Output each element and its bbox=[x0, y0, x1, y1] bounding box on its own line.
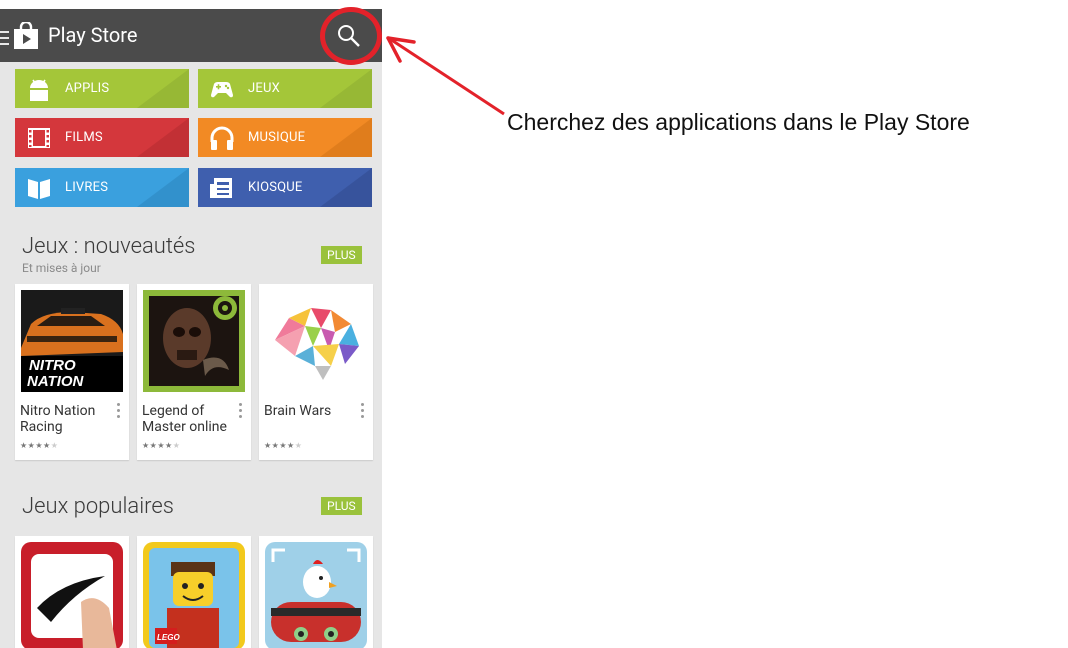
rating-stars: ★★★★★ bbox=[264, 441, 303, 450]
more-button[interactable]: PLUS bbox=[321, 246, 362, 264]
film-icon bbox=[28, 128, 50, 148]
svg-text:LEGO: LEGO bbox=[157, 633, 180, 642]
category-jeux[interactable]: JEUX bbox=[198, 69, 372, 108]
app-card[interactable] bbox=[259, 536, 373, 648]
app-icon-swipe bbox=[21, 542, 123, 648]
app-icon-legend-of-master bbox=[143, 290, 245, 392]
category-label: FILMS bbox=[65, 130, 103, 145]
play-store-bag-icon bbox=[14, 22, 38, 49]
skull-warrior-art bbox=[143, 290, 245, 392]
app-name: Legend of Master online bbox=[142, 403, 227, 435]
app-card[interactable] bbox=[15, 536, 129, 648]
app-title: Play Store bbox=[48, 23, 138, 47]
app-icon-lego: LEGO bbox=[143, 542, 245, 648]
app-name: Brain Wars bbox=[264, 403, 332, 419]
app-icon-chicken bbox=[265, 542, 367, 648]
category-label: LIVRES bbox=[65, 180, 109, 195]
lego-art: LEGO bbox=[143, 542, 245, 648]
app-card[interactable]: LEGO bbox=[137, 536, 251, 648]
app-name: Nitro Nation Racing bbox=[20, 403, 96, 435]
headphones-icon bbox=[210, 126, 234, 150]
rating-stars: ★★★★★ bbox=[142, 441, 181, 450]
category-kiosque[interactable]: KIOSQUE bbox=[198, 168, 372, 207]
menu-icon[interactable] bbox=[0, 31, 10, 47]
android-icon bbox=[30, 79, 48, 101]
category-label: APPLIS bbox=[65, 81, 110, 96]
rating-stars: ★★★★★ bbox=[20, 441, 59, 450]
section-subtitle: Et mises à jour bbox=[22, 261, 101, 275]
category-label: MUSIQUE bbox=[248, 130, 306, 145]
app-card[interactable]: Brain Wars ★★★★★ bbox=[259, 284, 373, 460]
category-livres[interactable]: LIVRES bbox=[15, 168, 189, 207]
category-musique[interactable]: MUSIQUE bbox=[198, 118, 372, 157]
category-applis[interactable]: APPLIS bbox=[15, 69, 189, 108]
book-icon bbox=[28, 179, 50, 199]
category-films[interactable]: FILMS bbox=[15, 118, 189, 157]
annotation-arrow bbox=[386, 36, 505, 116]
app-card[interactable]: NITRO NATION Nitro Nation Racing ★★★★★ bbox=[15, 284, 129, 460]
section-title: Jeux : nouveautés bbox=[22, 234, 196, 259]
app-card[interactable]: Legend of Master online ★★★★★ bbox=[137, 284, 251, 460]
app-icon-nitro-nation: NITRO NATION bbox=[21, 290, 123, 392]
overflow-menu-icon[interactable] bbox=[117, 403, 121, 419]
highlight-circle bbox=[320, 7, 382, 65]
chicken-art bbox=[265, 542, 367, 648]
brain-art bbox=[275, 308, 359, 380]
app-icon-brain-wars bbox=[265, 290, 367, 392]
overflow-menu-icon[interactable] bbox=[239, 403, 243, 419]
gamepad-icon bbox=[211, 82, 233, 98]
svg-text:NATION: NATION bbox=[27, 373, 85, 390]
race-car-art: NITRO NATION bbox=[21, 290, 123, 392]
annotation-text: Cherchez des applications dans le Play S… bbox=[507, 109, 970, 135]
overflow-menu-icon[interactable] bbox=[361, 403, 365, 419]
more-button[interactable]: PLUS bbox=[321, 497, 362, 515]
phone-screen: Play Store APPLIS JEUX FILMS MUSIQUE LIV… bbox=[0, 0, 382, 648]
svg-text:NITRO: NITRO bbox=[29, 357, 76, 374]
swipe-game-art bbox=[21, 542, 123, 648]
newsstand-icon bbox=[210, 178, 232, 198]
category-label: KIOSQUE bbox=[248, 180, 303, 195]
category-label: JEUX bbox=[248, 81, 280, 96]
section-title: Jeux populaires bbox=[22, 494, 174, 519]
